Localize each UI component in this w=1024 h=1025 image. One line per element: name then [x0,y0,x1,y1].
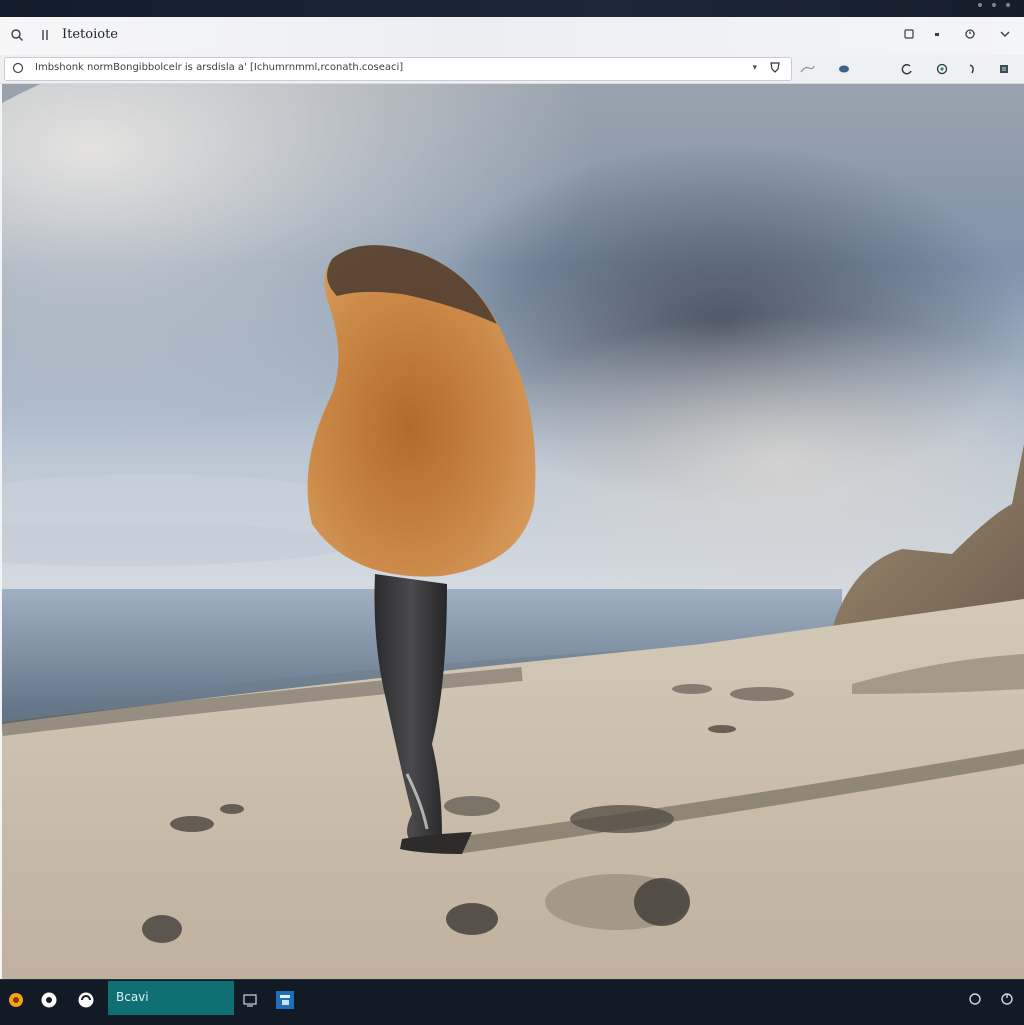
desktop-screen: Itetoiote Imbshonk normBongibbolcelr is … [0,0,1024,1025]
chat-app-icon[interactable] [37,988,61,1012]
puzzle-icon[interactable] [797,59,817,79]
active-taskbar-app[interactable]: Bcavi [108,981,234,1015]
download-icon[interactable] [932,59,952,79]
lock-icon [11,61,25,75]
taskbar: Bcavi [0,979,1024,1025]
dot [992,3,996,7]
profile-icon[interactable] [834,59,854,79]
blue-app-icon[interactable] [273,988,297,1012]
top-strip [0,0,1024,17]
extension-icon[interactable] [994,59,1014,79]
chevron-down-icon[interactable]: ▾ [752,62,757,73]
active-app-label: Bcavi [116,990,149,1004]
pin-icon[interactable] [36,26,54,44]
browser-window: Itetoiote Imbshonk normBongibbolcelr is … [0,17,1024,979]
dot [1006,3,1010,7]
orange-app-icon[interactable] [4,988,28,1012]
power-icon[interactable] [998,990,1016,1008]
settings-icon[interactable] [961,25,979,43]
square-icon[interactable] [900,25,918,43]
address-bar[interactable]: Imbshonk normBongibbolcelr is arsdisla a… [4,57,792,81]
search-icon[interactable] [8,26,26,44]
browser-app-icon[interactable] [74,988,98,1012]
minimize-icon[interactable] [928,25,946,43]
page-content-image [2,84,1024,979]
circle-icon[interactable] [966,990,984,1008]
address-row: Imbshonk normBongibbolcelr is arsdisla a… [0,55,1024,84]
status-dots [978,3,1010,7]
refresh-icon[interactable] [897,59,917,79]
shield-icon[interactable] [769,61,781,77]
dot [978,3,982,7]
address-url[interactable]: Imbshonk normBongibbolcelr is arsdisla a… [35,62,735,73]
menu-icon[interactable] [962,59,982,79]
beach-scene [2,84,1024,979]
tab-title[interactable]: Itetoiote [62,27,118,42]
monitor-app-icon[interactable] [238,988,262,1012]
browser-titlebar: Itetoiote [0,17,1024,55]
chevron-down-icon[interactable] [996,25,1014,43]
